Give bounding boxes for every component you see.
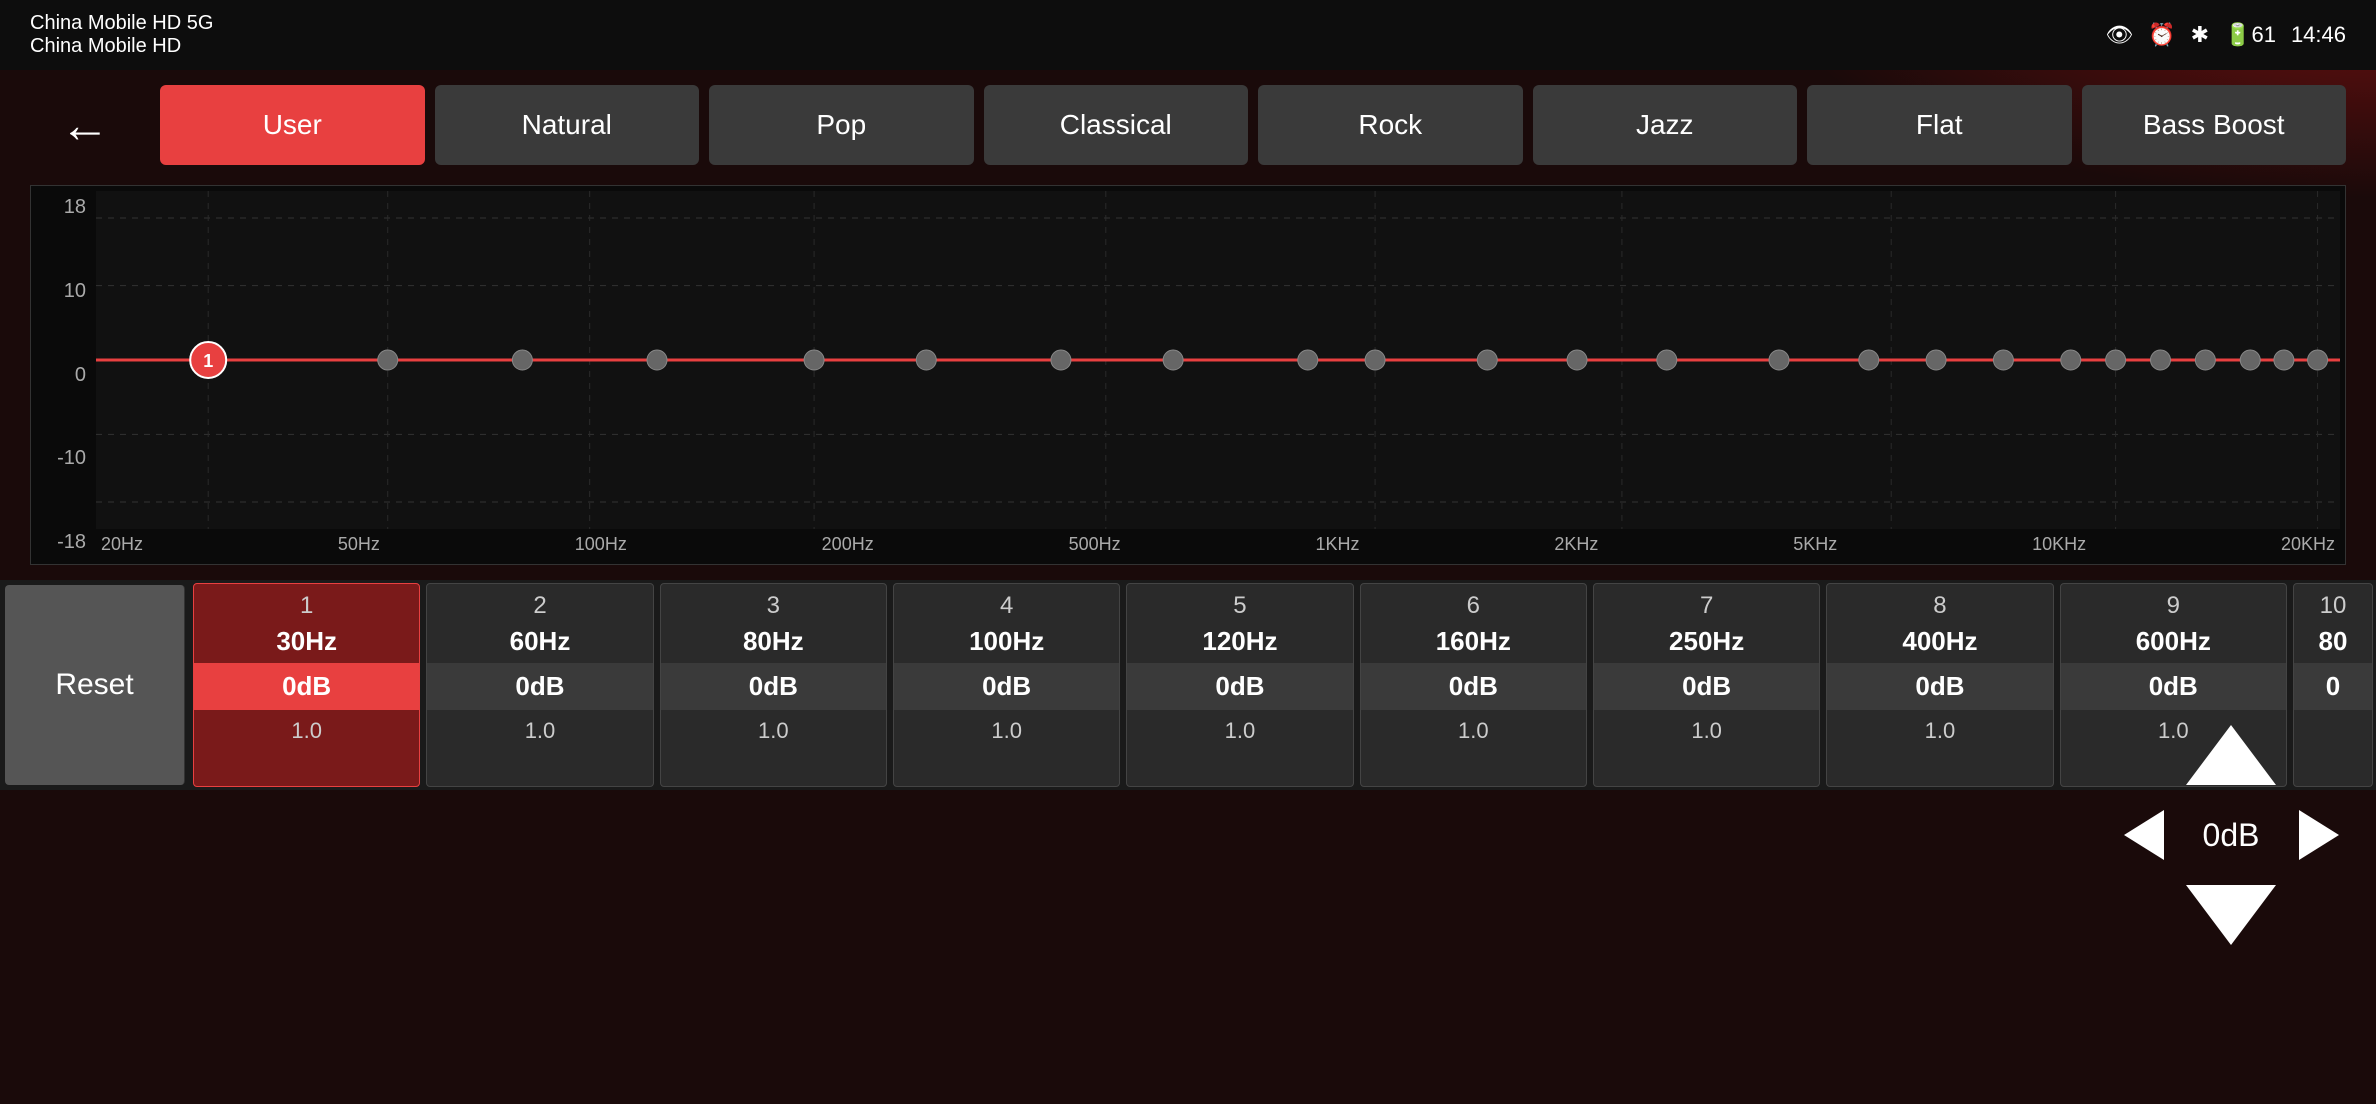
band-3-q: 1.0 — [661, 714, 886, 752]
x-label-1khz: 1KHz — [1315, 534, 1359, 555]
band-2-db: 0dB — [427, 663, 652, 710]
band-5-num: 5 — [1127, 584, 1352, 624]
eq-svg: 1 — [96, 191, 2340, 529]
nav-middle: 0dB — [2116, 805, 2346, 865]
tab-bar: User Natural Pop Classical Rock Jazz Fla… — [160, 75, 2346, 175]
band-8-freq: 400Hz — [1827, 624, 2052, 659]
band-1-num: 1 — [194, 584, 419, 624]
band-8-q: 1.0 — [1827, 714, 2052, 752]
band-card-1[interactable]: 1 30Hz 0dB 1.0 — [193, 583, 420, 787]
x-label-200hz: 200Hz — [822, 534, 874, 555]
band-1-q: 1.0 — [194, 714, 419, 752]
carrier-info: China Mobile HD 5G China Mobile HD — [30, 12, 213, 58]
battery-icon: 🔋61 — [2224, 22, 2276, 48]
band-7-q: 1.0 — [1594, 714, 1819, 752]
status-right: 👁 ⏰ ✱ 🔋61 14:46 — [2105, 22, 2346, 48]
x-label-100hz: 100Hz — [575, 534, 627, 555]
x-label-20hz: 20Hz — [101, 534, 143, 555]
y-label-neg18: -18 — [36, 531, 86, 554]
band-5-db: 0dB — [1127, 663, 1352, 710]
nav-left-button[interactable] — [2116, 805, 2171, 865]
band-7-num: 7 — [1594, 584, 1819, 624]
band-2-num: 2 — [427, 584, 652, 624]
x-label-2khz: 2KHz — [1554, 534, 1598, 555]
band-4-q: 1.0 — [894, 714, 1119, 752]
eq-y-labels: 18 10 0 -10 -18 — [31, 186, 91, 564]
x-label-10khz: 10KHz — [2032, 534, 2086, 555]
status-bar: China Mobile HD 5G China Mobile HD 👁 ⏰ ✱… — [0, 0, 2376, 70]
band-7-db: 0dB — [1594, 663, 1819, 710]
nav-up-button[interactable] — [2171, 715, 2291, 795]
eq-x-labels: 20Hz 50Hz 100Hz 200Hz 500Hz 1KHz 2KHz 5K… — [96, 529, 2340, 559]
nav-right-button[interactable] — [2291, 805, 2346, 865]
band-6-freq: 160Hz — [1361, 624, 1586, 659]
nav-controls: 0dB — [2116, 575, 2346, 1095]
tab-rock[interactable]: Rock — [1258, 85, 1523, 165]
band-8-db: 0dB — [1827, 663, 2052, 710]
alarm-icon: ⏰ — [2148, 22, 2175, 48]
band-5-q: 1.0 — [1127, 714, 1352, 752]
bottom-controls: Reset 1 30Hz 0dB 1.0 2 60Hz 0dB 1.0 3 80… — [0, 580, 2376, 790]
tab-jazz[interactable]: Jazz — [1533, 85, 1798, 165]
reset-button[interactable]: Reset — [5, 585, 185, 785]
x-label-5khz: 5KHz — [1793, 534, 1837, 555]
band-7-freq: 250Hz — [1594, 624, 1819, 659]
band-card-3[interactable]: 3 80Hz 0dB 1.0 — [660, 583, 887, 787]
eye-icon: 👁 — [2105, 22, 2133, 48]
band-5-freq: 120Hz — [1127, 624, 1352, 659]
band-2-q: 1.0 — [427, 714, 652, 752]
tab-natural[interactable]: Natural — [435, 85, 700, 165]
y-label-0: 0 — [36, 364, 86, 387]
tab-pop[interactable]: Pop — [709, 85, 974, 165]
band-1-db: 0dB — [194, 663, 419, 710]
band-card-5[interactable]: 5 120Hz 0dB 1.0 — [1126, 583, 1353, 787]
bluetooth-icon: ✱ — [2191, 22, 2209, 48]
x-label-500hz: 500Hz — [1069, 534, 1121, 555]
nav-down-button[interactable] — [2171, 875, 2291, 955]
band-4-freq: 100Hz — [894, 624, 1119, 659]
band-4-num: 4 — [894, 584, 1119, 624]
tab-classical[interactable]: Classical — [984, 85, 1249, 165]
tab-user[interactable]: User — [160, 85, 425, 165]
tab-flat[interactable]: Flat — [1807, 85, 2072, 165]
tab-bass-boost[interactable]: Bass Boost — [2082, 85, 2347, 165]
band-card-8[interactable]: 8 400Hz 0dB 1.0 — [1826, 583, 2053, 787]
band-3-num: 3 — [661, 584, 886, 624]
back-arrow-icon: ← — [60, 96, 110, 154]
time: 14:46 — [2291, 22, 2346, 48]
band-8-num: 8 — [1827, 584, 2052, 624]
band-1-freq: 30Hz — [194, 624, 419, 659]
band-6-num: 6 — [1361, 584, 1586, 624]
band-cards: 1 30Hz 0dB 1.0 2 60Hz 0dB 1.0 3 80Hz 0dB… — [190, 580, 2376, 790]
band-6-q: 1.0 — [1361, 714, 1586, 752]
eq-chart-container: 18 10 0 -10 -18 — [30, 185, 2346, 565]
band-4-db: 0dB — [894, 663, 1119, 710]
y-label-10: 10 — [36, 280, 86, 303]
band-3-db: 0dB — [661, 663, 886, 710]
carrier1: China Mobile HD 5G — [30, 12, 213, 35]
x-label-20khz: 20KHz — [2281, 534, 2335, 555]
eq-chart[interactable]: 1 — [96, 191, 2340, 529]
band-card-7[interactable]: 7 250Hz 0dB 1.0 — [1593, 583, 1820, 787]
band-card-6[interactable]: 6 160Hz 0dB 1.0 — [1360, 583, 1587, 787]
back-button[interactable]: ← — [40, 80, 130, 170]
band-6-db: 0dB — [1361, 663, 1586, 710]
band-card-2[interactable]: 2 60Hz 0dB 1.0 — [426, 583, 653, 787]
x-label-50hz: 50Hz — [338, 534, 380, 555]
band-card-4[interactable]: 4 100Hz 0dB 1.0 — [893, 583, 1120, 787]
band-3-freq: 80Hz — [661, 624, 886, 659]
carrier2: China Mobile HD — [30, 35, 213, 58]
band-2-freq: 60Hz — [427, 624, 652, 659]
y-label-18: 18 — [36, 196, 86, 219]
y-label-neg10: -10 — [36, 447, 86, 470]
svg-text:1: 1 — [203, 351, 213, 371]
nav-current-value: 0dB — [2191, 817, 2271, 854]
